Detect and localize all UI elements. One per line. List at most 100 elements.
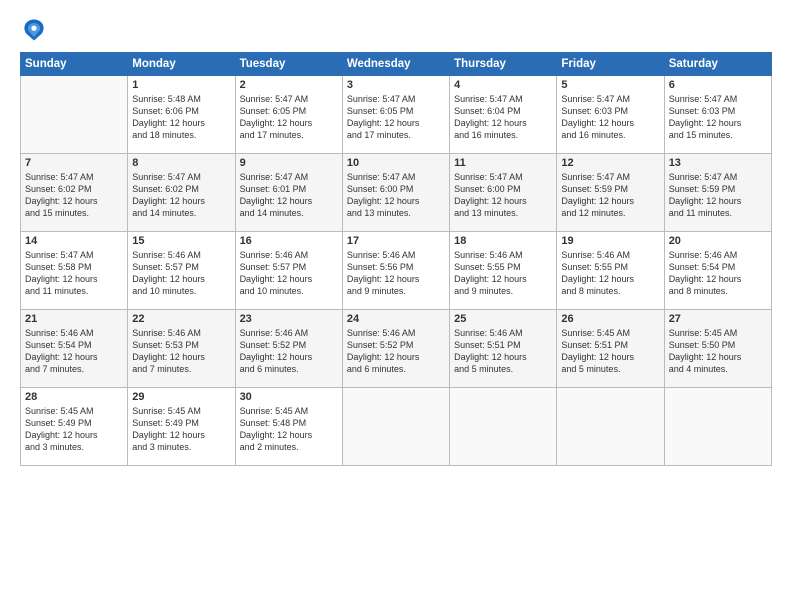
cell-info: Sunrise: 5:47 AM Sunset: 5:59 PM Dayligh…	[669, 171, 767, 220]
cell-info: Sunrise: 5:45 AM Sunset: 5:49 PM Dayligh…	[132, 405, 230, 454]
calendar-cell: 10Sunrise: 5:47 AM Sunset: 6:00 PM Dayli…	[342, 154, 449, 232]
cell-info: Sunrise: 5:47 AM Sunset: 5:59 PM Dayligh…	[561, 171, 659, 220]
calendar-cell	[342, 388, 449, 466]
cell-info: Sunrise: 5:47 AM Sunset: 6:03 PM Dayligh…	[669, 93, 767, 142]
col-header-monday: Monday	[128, 53, 235, 76]
calendar-cell: 26Sunrise: 5:45 AM Sunset: 5:51 PM Dayli…	[557, 310, 664, 388]
cell-info: Sunrise: 5:47 AM Sunset: 6:05 PM Dayligh…	[347, 93, 445, 142]
cell-info: Sunrise: 5:46 AM Sunset: 5:57 PM Dayligh…	[132, 249, 230, 298]
day-number: 30	[240, 391, 338, 403]
calendar-cell: 14 Sunrise: 5:47 AM Sunset: 5:58 PM Dayli…	[21, 232, 128, 310]
day-number: 18	[454, 235, 552, 247]
page: SundayMondayTuesdayWednesdayThursdayFrid…	[0, 0, 792, 612]
day-number: 15	[132, 235, 230, 247]
cell-info: Sunrise: 5:47 AM Sunset: 6:01 PM Dayligh…	[240, 171, 338, 220]
day-number: 28	[25, 391, 123, 403]
col-header-saturday: Saturday	[664, 53, 771, 76]
calendar-cell: 4 Sunrise: 5:47 AM Sunset: 6:04 PM Daylig…	[450, 76, 557, 154]
col-header-sunday: Sunday	[21, 53, 128, 76]
calendar-cell: 25 Sunrise: 5:46 AM Sunset: 5:51 PM Dayli…	[450, 310, 557, 388]
day-number: 25	[454, 313, 552, 325]
day-number: 5	[561, 79, 659, 91]
cell-info: Sunrise: 5:46 AM Sunset: 5:54 PM Dayligh…	[25, 327, 123, 376]
calendar-cell: 22 Sunrise: 5:46 AM Sunset: 5:53 PM Dayli…	[128, 310, 235, 388]
day-number: 24	[347, 313, 445, 325]
day-number: 1	[132, 79, 230, 91]
calendar-cell: 3 Sunrise: 5:47 AM Sunset: 6:05 PM Daylig…	[342, 76, 449, 154]
cell-info: Sunrise: 5:45 AM Sunset: 5:51 PM Dayligh…	[561, 327, 659, 376]
cell-info: Sunrise: 5:47 AM Sunset: 6:05 PM Dayligh…	[240, 93, 338, 142]
calendar-cell	[664, 388, 771, 466]
cell-info: Sunrise: 5:47 AM Sunset: 5:58 PM Dayligh…	[25, 249, 123, 298]
day-number: 10	[347, 157, 445, 169]
cell-info: Sunrise: 5:47 AM Sunset: 6:04 PM Dayligh…	[454, 93, 552, 142]
day-number: 17	[347, 235, 445, 247]
day-number: 11	[454, 157, 552, 169]
calendar-cell: 8Sunrise: 5:47 AM Sunset: 6:02 PM Daylig…	[128, 154, 235, 232]
day-number: 19	[561, 235, 659, 247]
day-number: 27	[669, 313, 767, 325]
calendar-cell: 1 Sunrise: 5:48 AM Sunset: 6:06 PM Daylig…	[128, 76, 235, 154]
calendar-cell: 6Sunrise: 5:47 AM Sunset: 6:03 PM Daylig…	[664, 76, 771, 154]
week-row-5: 28 Sunrise: 5:45 AM Sunset: 5:49 PM Dayli…	[21, 388, 772, 466]
week-row-2: 7 Sunrise: 5:47 AM Sunset: 6:02 PM Daylig…	[21, 154, 772, 232]
day-number: 14	[25, 235, 123, 247]
day-number: 22	[132, 313, 230, 325]
day-number: 3	[347, 79, 445, 91]
cell-info: Sunrise: 5:47 AM Sunset: 6:00 PM Dayligh…	[454, 171, 552, 220]
calendar-cell: 16 Sunrise: 5:46 AM Sunset: 5:57 PM Dayli…	[235, 232, 342, 310]
cell-info: Sunrise: 5:46 AM Sunset: 5:52 PM Dayligh…	[240, 327, 338, 376]
calendar-cell: 28 Sunrise: 5:45 AM Sunset: 5:49 PM Dayli…	[21, 388, 128, 466]
calendar-cell: 11 Sunrise: 5:47 AM Sunset: 6:00 PM Dayli…	[450, 154, 557, 232]
calendar-cell: 24 Sunrise: 5:46 AM Sunset: 5:52 PM Dayli…	[342, 310, 449, 388]
cell-info: Sunrise: 5:47 AM Sunset: 6:02 PM Dayligh…	[25, 171, 123, 220]
cell-info: Sunrise: 5:46 AM Sunset: 5:54 PM Dayligh…	[669, 249, 767, 298]
col-header-tuesday: Tuesday	[235, 53, 342, 76]
calendar-cell	[21, 76, 128, 154]
day-number: 13	[669, 157, 767, 169]
day-number: 23	[240, 313, 338, 325]
week-row-3: 14 Sunrise: 5:47 AM Sunset: 5:58 PM Dayli…	[21, 232, 772, 310]
calendar-cell: 21 Sunrise: 5:46 AM Sunset: 5:54 PM Dayli…	[21, 310, 128, 388]
day-number: 9	[240, 157, 338, 169]
calendar-cell: 7 Sunrise: 5:47 AM Sunset: 6:02 PM Daylig…	[21, 154, 128, 232]
cell-info: Sunrise: 5:46 AM Sunset: 5:51 PM Dayligh…	[454, 327, 552, 376]
calendar-cell	[557, 388, 664, 466]
logo	[20, 16, 52, 44]
cell-info: Sunrise: 5:48 AM Sunset: 6:06 PM Dayligh…	[132, 93, 230, 142]
calendar-cell: 23 Sunrise: 5:46 AM Sunset: 5:52 PM Dayli…	[235, 310, 342, 388]
calendar-cell: 29 Sunrise: 5:45 AM Sunset: 5:49 PM Dayli…	[128, 388, 235, 466]
week-row-1: 1 Sunrise: 5:48 AM Sunset: 6:06 PM Daylig…	[21, 76, 772, 154]
cell-info: Sunrise: 5:46 AM Sunset: 5:55 PM Dayligh…	[454, 249, 552, 298]
calendar-cell: 15 Sunrise: 5:46 AM Sunset: 5:57 PM Dayli…	[128, 232, 235, 310]
col-header-friday: Friday	[557, 53, 664, 76]
day-number: 16	[240, 235, 338, 247]
col-header-thursday: Thursday	[450, 53, 557, 76]
calendar-cell: 13 Sunrise: 5:47 AM Sunset: 5:59 PM Dayli…	[664, 154, 771, 232]
cell-info: Sunrise: 5:46 AM Sunset: 5:53 PM Dayligh…	[132, 327, 230, 376]
logo-icon	[20, 16, 48, 44]
cell-info: Sunrise: 5:45 AM Sunset: 5:50 PM Dayligh…	[669, 327, 767, 376]
cell-info: Sunrise: 5:46 AM Sunset: 5:52 PM Dayligh…	[347, 327, 445, 376]
header-row: SundayMondayTuesdayWednesdayThursdayFrid…	[21, 53, 772, 76]
day-number: 29	[132, 391, 230, 403]
calendar-cell	[450, 388, 557, 466]
calendar-cell: 2Sunrise: 5:47 AM Sunset: 6:05 PM Daylig…	[235, 76, 342, 154]
calendar-cell: 19 Sunrise: 5:46 AM Sunset: 5:55 PM Dayli…	[557, 232, 664, 310]
cell-info: Sunrise: 5:45 AM Sunset: 5:49 PM Dayligh…	[25, 405, 123, 454]
cell-info: Sunrise: 5:46 AM Sunset: 5:56 PM Dayligh…	[347, 249, 445, 298]
day-number: 21	[25, 313, 123, 325]
day-number: 4	[454, 79, 552, 91]
calendar-cell: 18 Sunrise: 5:46 AM Sunset: 5:55 PM Dayli…	[450, 232, 557, 310]
cell-info: Sunrise: 5:45 AM Sunset: 5:48 PM Dayligh…	[240, 405, 338, 454]
calendar-cell: 12 Sunrise: 5:47 AM Sunset: 5:59 PM Dayli…	[557, 154, 664, 232]
calendar-cell: 30 Sunrise: 5:45 AM Sunset: 5:48 PM Dayli…	[235, 388, 342, 466]
calendar-cell: 5 Sunrise: 5:47 AM Sunset: 6:03 PM Daylig…	[557, 76, 664, 154]
cell-info: Sunrise: 5:46 AM Sunset: 5:55 PM Dayligh…	[561, 249, 659, 298]
header	[20, 16, 772, 44]
day-number: 12	[561, 157, 659, 169]
cell-info: Sunrise: 5:46 AM Sunset: 5:57 PM Dayligh…	[240, 249, 338, 298]
day-number: 7	[25, 157, 123, 169]
calendar-cell: 20Sunrise: 5:46 AM Sunset: 5:54 PM Dayli…	[664, 232, 771, 310]
cell-info: Sunrise: 5:47 AM Sunset: 6:03 PM Dayligh…	[561, 93, 659, 142]
